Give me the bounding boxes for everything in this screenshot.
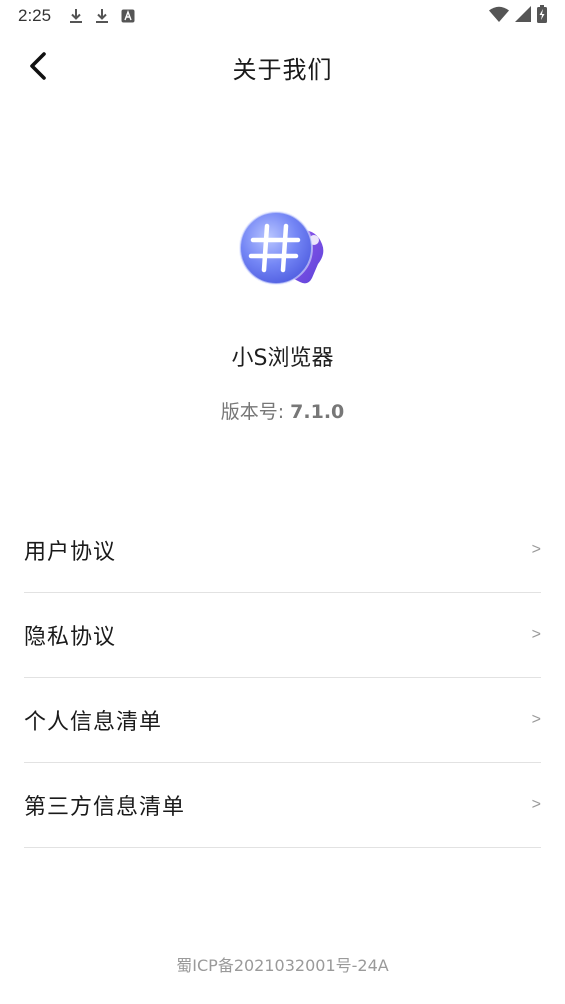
menu-item-label: 个人信息清单 [24, 710, 163, 735]
menu-item-label: 用户协议 [24, 540, 117, 565]
version-number: 7.1.0 [290, 401, 345, 423]
app-logo [234, 208, 330, 296]
version-row: 版本号: 7.1.0 [0, 397, 565, 424]
version-label: 版本号: [220, 401, 291, 423]
page-title: 关于我们 [232, 56, 333, 84]
menu-item-privacy-agreement[interactable]: 隐私协议 > [24, 593, 541, 678]
notification-a-icon [121, 9, 135, 23]
menu-item-third-party-info-list[interactable]: 第三方信息清单 > [24, 763, 541, 848]
download-icon [69, 8, 83, 24]
chevron-right-icon: > [531, 626, 541, 643]
menu-item-user-agreement[interactable]: 用户协议 > [24, 508, 541, 593]
hash-globe-logo-icon [239, 211, 324, 285]
chevron-right-icon: > [531, 796, 541, 813]
signal-icon [515, 6, 531, 26]
icp-license-text: 蜀ICP备2021032001号-24A [176, 956, 389, 975]
download-icon [95, 8, 109, 24]
menu-item-label: 第三方信息清单 [24, 795, 186, 820]
chevron-right-icon: > [531, 541, 541, 558]
status-right-icons [489, 5, 547, 27]
status-time: 2:25 [18, 6, 52, 25]
chevron-right-icon: > [531, 711, 541, 728]
wifi-icon [489, 6, 509, 26]
about-screen: 2:25 关于我们 小S浏览器 版本号: 7.1.0 用户协议 > 隐私协议 >… [0, 0, 565, 1004]
status-bar: 2:25 [0, 0, 565, 32]
header-bar: 关于我们 [0, 36, 565, 96]
settings-menu-list: 用户协议 > 隐私协议 > 个人信息清单 > 第三方信息清单 > [24, 508, 541, 848]
menu-item-label: 隐私协议 [24, 625, 117, 650]
app-name: 小S浏览器 [231, 346, 334, 371]
battery-charging-icon [537, 5, 547, 27]
menu-item-personal-info-list[interactable]: 个人信息清单 > [24, 678, 541, 763]
